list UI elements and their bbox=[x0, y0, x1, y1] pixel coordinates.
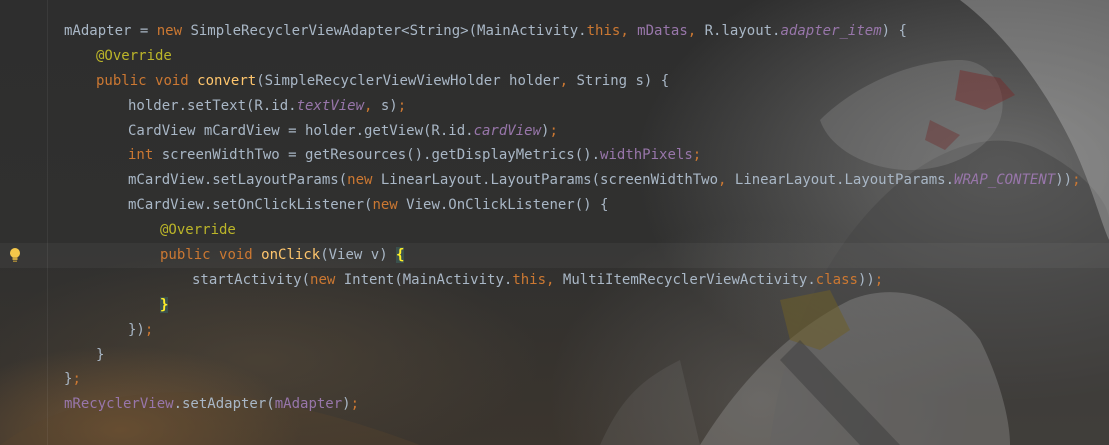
code-line-11: startActivity(new Intent(MainActivity.th… bbox=[192, 271, 884, 288]
matched-brace-open: { bbox=[396, 247, 405, 264]
code-line-15: }; bbox=[64, 371, 81, 388]
code-line-4: holder.setText(R.id.textView, s); bbox=[128, 97, 407, 114]
code-line-3: public void convert(SimpleRecyclerViewVi… bbox=[96, 72, 670, 89]
matched-brace-close: } bbox=[160, 296, 169, 313]
gutter-separator bbox=[47, 0, 48, 445]
code-line-14: } bbox=[96, 346, 105, 363]
code-line-1: mAdapter = new SimpleRecyclerViewAdapter… bbox=[64, 23, 907, 39]
code-editor[interactable]: mAdapter = new SimpleRecyclerViewAdapter… bbox=[0, 19, 1109, 417]
code-line-13: }); bbox=[128, 321, 154, 338]
code-line-6: int screenWidthTwo = getResources().getD… bbox=[128, 147, 702, 164]
code-line-5: CardView mCardView = holder.getView(R.id… bbox=[128, 122, 558, 139]
code-line-7: mCardView.setLayoutParams(new LinearLayo… bbox=[128, 172, 1081, 189]
code-line-16: mRecyclerView.setAdapter(mAdapter); bbox=[64, 396, 360, 413]
code-line-9: @Override bbox=[160, 222, 236, 239]
code-line-12: } bbox=[64, 293, 1109, 318]
code-line-8: mCardView.setOnClickListener(new View.On… bbox=[128, 197, 609, 214]
code-line-2: @Override bbox=[96, 47, 172, 64]
code-line-10-current: public void onClick(View v) { bbox=[0, 243, 1109, 268]
